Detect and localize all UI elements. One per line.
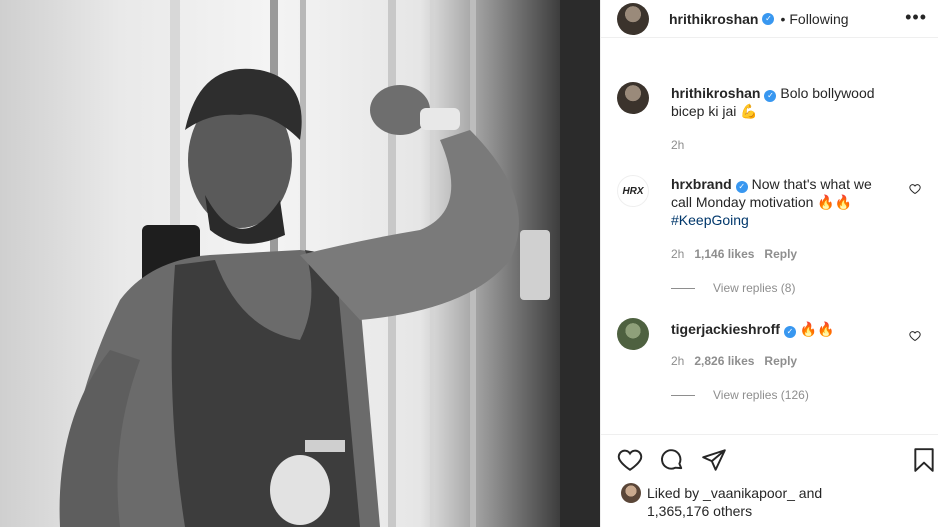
verified-badge-icon: ✓ bbox=[783, 326, 796, 338]
post-photo[interactable] bbox=[0, 0, 600, 527]
comment-time[interactable]: 2h bbox=[671, 354, 684, 368]
reply-button[interactable]: Reply bbox=[764, 354, 797, 368]
post-header: hrithikroshan ✓ • Following ••• bbox=[601, 0, 938, 38]
paper-plane-icon[interactable] bbox=[701, 447, 727, 473]
view-replies-label[interactable]: View replies (8) bbox=[713, 281, 795, 295]
caption-body: hrithikroshan ✓ Bolo bollywood bicep ki j… bbox=[671, 84, 896, 120]
view-replies-button[interactable]: View replies (126) bbox=[671, 388, 809, 402]
view-replies-button[interactable]: View replies (8) bbox=[671, 281, 795, 295]
view-replies-line bbox=[671, 394, 695, 396]
caption-meta: 2h bbox=[671, 138, 684, 152]
verified-badge-icon: ✓ bbox=[735, 181, 748, 193]
commenter-avatar[interactable] bbox=[617, 318, 649, 350]
comments-list[interactable]: hrithikroshan ✓ Bolo bollywood bicep ki j… bbox=[601, 60, 938, 432]
following-button[interactable]: Following bbox=[789, 11, 848, 27]
comment-username[interactable]: hrxbrand bbox=[671, 176, 732, 192]
author-username[interactable]: hrithikroshan bbox=[669, 11, 758, 27]
separator-dot: • bbox=[780, 10, 786, 27]
comment-heart-icon[interactable] bbox=[909, 183, 921, 195]
verified-badge-icon: ✓ bbox=[762, 12, 775, 25]
liked-by-others[interactable]: 1,365,176 others bbox=[647, 503, 752, 519]
caption-time[interactable]: 2h bbox=[671, 138, 684, 152]
comment-hashtag[interactable]: #KeepGoing bbox=[671, 212, 749, 228]
comment-icon[interactable] bbox=[659, 447, 685, 473]
post-sidebar: hrithikroshan ✓ • Following ••• hrithikr… bbox=[600, 0, 938, 527]
liked-by-summary: Liked by _vaanikapoor_ and 1,365,176 oth… bbox=[647, 484, 927, 520]
more-options-icon[interactable]: ••• bbox=[905, 8, 927, 26]
comment-item: HRX hrxbrand ✓ Now that's what we call Mo… bbox=[617, 175, 923, 295]
post-image bbox=[59, 0, 600, 527]
comment-text: 🔥🔥 bbox=[799, 321, 835, 337]
verified-badge-icon: ✓ bbox=[764, 90, 777, 102]
comment-meta: 2h 1,146 likes Reply bbox=[671, 247, 797, 261]
caption-avatar[interactable] bbox=[617, 82, 649, 114]
reply-button[interactable]: Reply bbox=[764, 247, 797, 261]
comment-username[interactable]: tigerjackieshroff bbox=[671, 321, 780, 337]
comment-body: hrxbrand ✓ Now that's what we call Monday… bbox=[671, 175, 896, 229]
comment-body: tigerjackieshroff ✓ 🔥🔥 bbox=[671, 320, 896, 338]
comment-item: tigerjackieshroff ✓ 🔥🔥 2h 2,826 likes Rep… bbox=[617, 318, 923, 408]
comment-likes[interactable]: 2,826 likes bbox=[694, 354, 754, 368]
liked-by-prefix: Liked by bbox=[647, 485, 700, 501]
comment-meta: 2h 2,826 likes Reply bbox=[671, 354, 797, 368]
caption: hrithikroshan ✓ Bolo bollywood bicep ki j… bbox=[617, 82, 923, 152]
caption-username[interactable]: hrithikroshan bbox=[671, 85, 760, 101]
commenter-avatar[interactable]: HRX bbox=[617, 175, 649, 207]
author-avatar[interactable] bbox=[617, 2, 649, 35]
heart-icon[interactable] bbox=[617, 447, 643, 473]
comment-heart-icon[interactable] bbox=[909, 330, 921, 342]
view-replies-label[interactable]: View replies (126) bbox=[713, 388, 809, 402]
comment-likes[interactable]: 1,146 likes bbox=[694, 247, 754, 261]
comment-time[interactable]: 2h bbox=[671, 247, 684, 261]
action-bar: Liked by _vaanikapoor_ and 1,365,176 oth… bbox=[601, 434, 938, 527]
view-replies-line bbox=[671, 287, 695, 289]
liked-by-and: and bbox=[798, 485, 823, 501]
bookmark-icon[interactable] bbox=[911, 447, 937, 473]
liker-avatar[interactable] bbox=[621, 483, 641, 503]
liked-by-username[interactable]: _vaanikapoor_ bbox=[703, 485, 795, 501]
